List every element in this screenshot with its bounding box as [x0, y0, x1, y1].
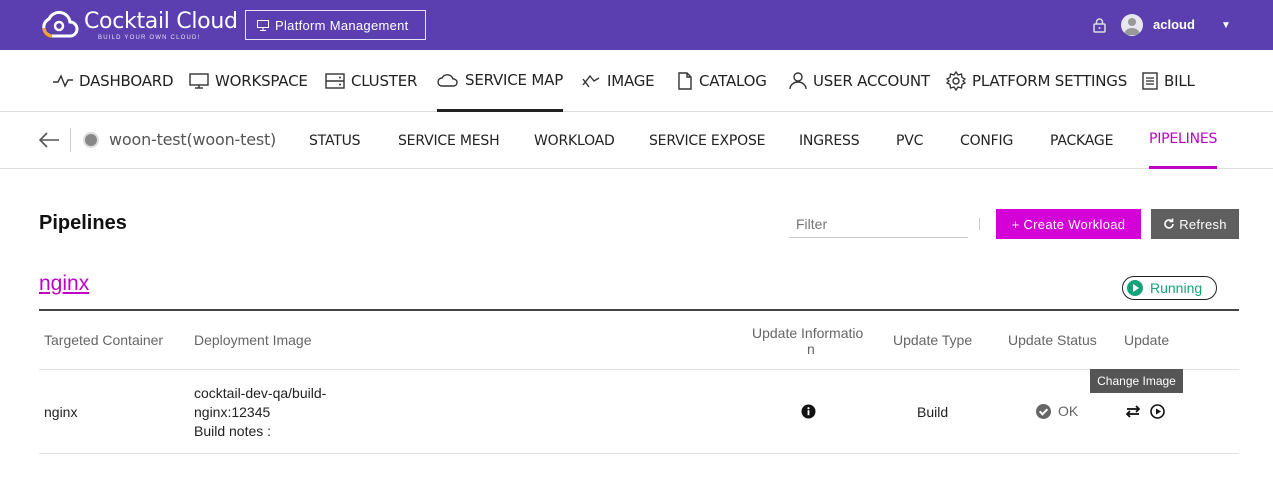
refresh-button[interactable]: Refresh — [1151, 209, 1239, 239]
cell-container: nginx — [44, 404, 78, 420]
lock-icon[interactable] — [1093, 18, 1106, 33]
nav-label: DASHBOARD — [79, 72, 174, 90]
nav-label: IMAGE — [607, 72, 655, 90]
tab-workload[interactable]: WORKLOAD — [534, 112, 615, 169]
column-header-status: Update Status — [1008, 332, 1097, 348]
divider — [39, 309, 1239, 311]
monitor-icon — [189, 73, 209, 89]
sub-nav: woon-test(woon-test) STATUS SERVICE MESH… — [0, 112, 1273, 169]
top-bar: Cocktail Cloud BUILD YOUR OWN CLOUD! Pla… — [0, 0, 1273, 50]
tab-pipelines[interactable]: PIPELINES — [1149, 112, 1217, 169]
back-arrow-icon[interactable] — [38, 132, 60, 148]
user-name[interactable]: acloud — [1153, 17, 1195, 32]
platform-management-label: Platform Management — [275, 17, 409, 33]
column-header-container: Targeted Container — [44, 332, 164, 348]
cloud-icon — [437, 73, 458, 87]
check-circle-icon — [1036, 404, 1051, 419]
nav-item-workspace[interactable]: WORKSPACE — [189, 50, 308, 112]
chevron-down-icon[interactable]: ▼ — [1221, 20, 1231, 31]
divider — [979, 218, 980, 230]
cell-update-type: Build — [917, 404, 949, 420]
refresh-icon — [1164, 218, 1174, 229]
play-circle-icon[interactable] — [1150, 404, 1165, 419]
document-icon — [678, 72, 692, 90]
tab-service-mesh[interactable]: SERVICE MESH — [398, 112, 500, 169]
nav-label: PLATFORM SETTINGS — [972, 72, 1128, 90]
nav-item-cluster[interactable]: CLUSTER — [325, 50, 417, 112]
filter-input[interactable] — [789, 211, 968, 238]
tab-ingress[interactable]: INGRESS — [799, 112, 860, 169]
cell-update-status: OK — [1058, 403, 1079, 419]
divider — [39, 369, 1239, 370]
nav-item-bill[interactable]: BILL — [1142, 50, 1195, 112]
tab-pvc[interactable]: PVC — [896, 112, 923, 169]
column-header-info-wrap: n — [807, 341, 815, 357]
info-icon[interactable] — [801, 404, 816, 419]
create-workload-button[interactable]: + Create Workload — [996, 209, 1141, 239]
nav-item-image[interactable]: IMAGE — [581, 50, 655, 112]
cocktail-logo-icon — [42, 10, 79, 38]
platform-management-button[interactable]: Platform Management — [245, 10, 426, 40]
status-badge: Running — [1122, 276, 1217, 300]
page-title: Pipelines — [39, 212, 127, 234]
cell-image-line: Build notes : — [194, 423, 272, 439]
pulse-icon — [53, 74, 73, 88]
nav-label: USER ACCOUNT — [813, 72, 930, 90]
nav-label: CLUSTER — [351, 72, 418, 90]
column-header-update: Update — [1124, 332, 1170, 348]
tab-package[interactable]: PACKAGE — [1050, 112, 1113, 169]
divider — [39, 453, 1239, 454]
monitor-icon — [257, 19, 269, 31]
namespace-icon — [83, 132, 99, 148]
logo[interactable]: Cocktail Cloud BUILD YOUR OWN CLOUD! — [40, 8, 240, 44]
swap-icon[interactable] — [1126, 405, 1140, 418]
play-icon — [1127, 280, 1143, 296]
app-tagline: BUILD YOUR OWN CLOUD! — [98, 35, 201, 41]
bill-icon — [1142, 72, 1158, 90]
nav-item-user-account[interactable]: USER ACCOUNT — [789, 50, 930, 112]
column-header-type: Update Type — [893, 332, 973, 348]
tab-status[interactable]: STATUS — [309, 112, 361, 169]
nav-item-platform-settings[interactable]: PLATFORM SETTINGS — [946, 50, 1127, 112]
user-icon — [789, 72, 807, 90]
nav-item-dashboard[interactable]: DASHBOARD — [53, 50, 174, 112]
refresh-label: Refresh — [1179, 216, 1227, 232]
app-title: Cocktail Cloud — [84, 9, 238, 34]
namespace-name: woon-test(woon-test) — [109, 130, 277, 149]
server-icon — [325, 73, 345, 89]
change-image-tooltip: Change Image — [1090, 369, 1183, 393]
image-icon — [582, 74, 600, 88]
nav-label: SERVICE MAP — [465, 70, 564, 89]
workload-name-link[interactable]: nginx — [39, 272, 89, 296]
avatar[interactable] — [1121, 14, 1143, 36]
nav-label: BILL — [1164, 72, 1195, 90]
cell-image-line: cocktail-dev-qa/build- — [194, 385, 327, 401]
main-nav: DASHBOARD WORKSPACE CLUSTER SERVICE MAP … — [0, 50, 1273, 112]
divider — [70, 128, 71, 152]
tab-config[interactable]: CONFIG — [960, 112, 1013, 169]
gear-icon — [946, 71, 966, 91]
nav-item-service-map[interactable]: SERVICE MAP — [437, 50, 563, 112]
cell-image-line: nginx:12345 — [194, 404, 271, 420]
column-header-image: Deployment Image — [194, 332, 312, 348]
nav-item-catalog[interactable]: CATALOG — [677, 50, 767, 112]
column-header-info: Update Informatio — [752, 325, 864, 341]
nav-label: WORKSPACE — [215, 72, 308, 90]
nav-label: CATALOG — [699, 72, 767, 90]
status-label: Running — [1150, 280, 1203, 296]
tab-service-expose[interactable]: SERVICE EXPOSE — [649, 112, 766, 169]
